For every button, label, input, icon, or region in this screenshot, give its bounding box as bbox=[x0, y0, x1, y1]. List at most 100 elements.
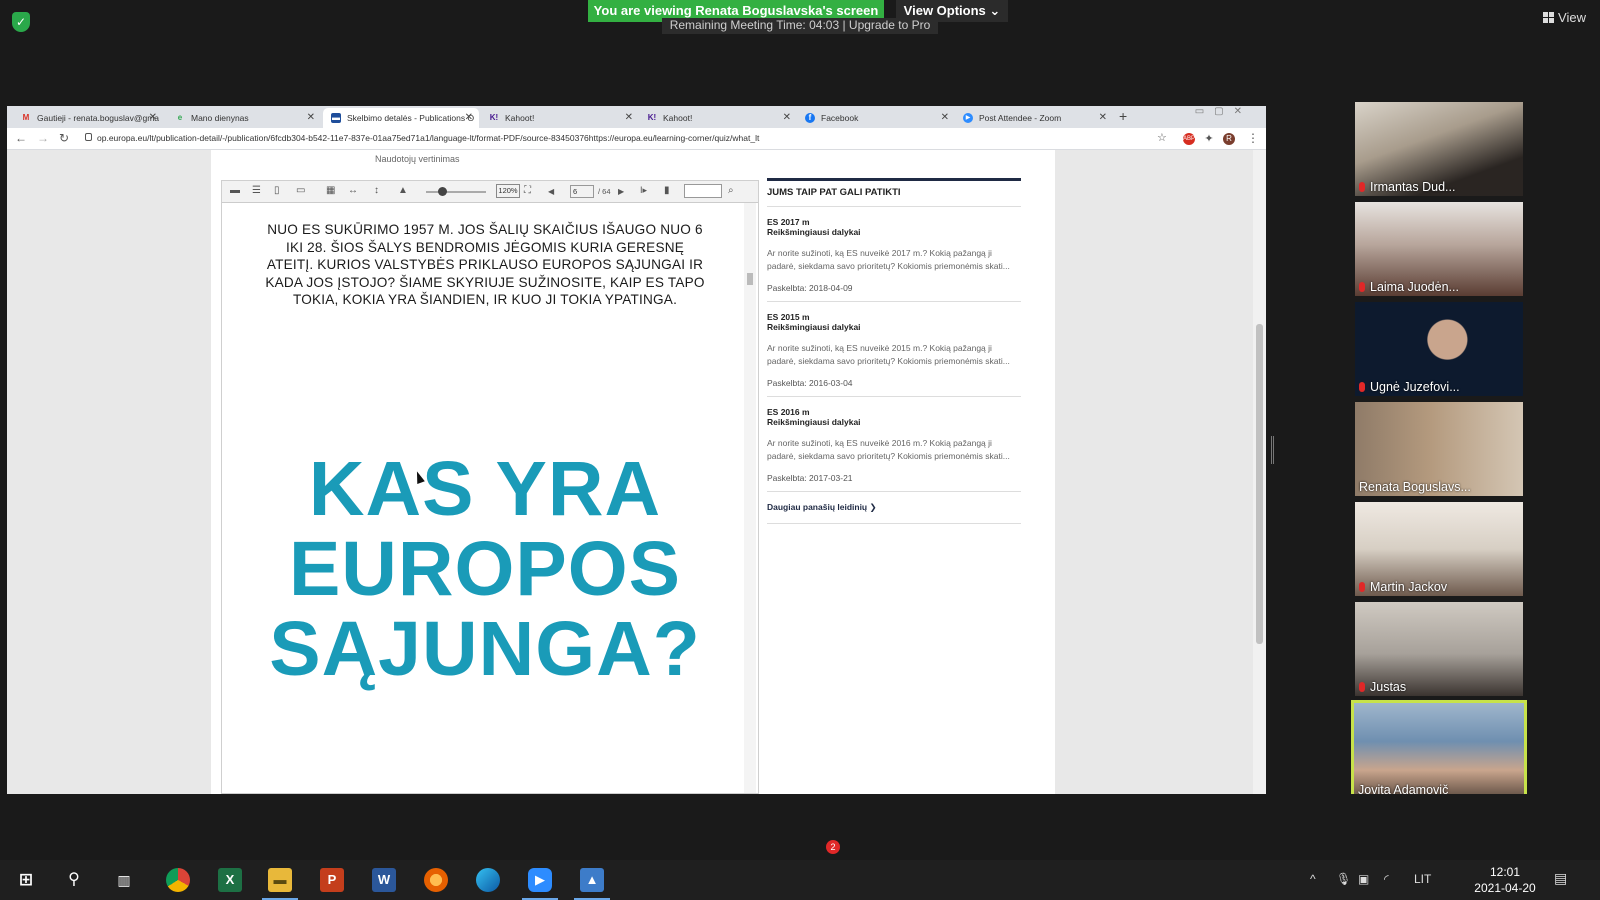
powerpoint-icon[interactable]: P bbox=[320, 868, 344, 892]
more-publications-link[interactable]: Daugiau panašių leidinių ❯ bbox=[767, 492, 1021, 524]
clock-time: 12:01 bbox=[1489, 865, 1521, 879]
prev-page-icon[interactable]: ◀ bbox=[548, 187, 554, 196]
list-icon[interactable]: ☰ bbox=[252, 185, 261, 196]
participant-name-label: Irmantas Dud... bbox=[1370, 180, 1456, 194]
new-tab-button[interactable]: + bbox=[1119, 108, 1127, 124]
related-item[interactable]: ES 2017 m Reikšmingiausi dalykai Ar nori… bbox=[767, 207, 1021, 302]
single-page-icon[interactable]: ▯ bbox=[274, 185, 280, 196]
print-icon[interactable]: ▬ bbox=[230, 185, 240, 196]
lock-icon[interactable] bbox=[85, 133, 92, 141]
reload-icon[interactable]: ↻ bbox=[59, 131, 69, 145]
related-item-year[interactable]: ES 2015 m bbox=[767, 312, 1021, 322]
system-clock[interactable]: 12:01 2021-04-20 bbox=[1474, 864, 1536, 896]
browser-tab[interactable]: K! Kahoot! ✕ bbox=[639, 108, 797, 128]
more-publications-label: Daugiau panašių leidinių bbox=[767, 502, 868, 512]
input-language[interactable]: LIT bbox=[1414, 872, 1431, 886]
network-icon[interactable]: ◜ bbox=[1384, 872, 1389, 886]
zoom-icon: ▶ bbox=[963, 113, 973, 123]
star-icon[interactable]: ☆ bbox=[1157, 131, 1167, 144]
window-controls[interactable]: ▭▢✕ bbox=[1195, 106, 1252, 117]
photos-icon[interactable]: ▲ bbox=[574, 868, 610, 900]
two-page-icon[interactable]: ▭ bbox=[296, 185, 305, 196]
highlight-icon[interactable]: ▮ bbox=[664, 185, 670, 196]
close-icon[interactable]: ✕ bbox=[307, 112, 315, 123]
participant-name-label: Ugnė Juzefovi... bbox=[1370, 380, 1460, 394]
muted-mic-icon bbox=[1359, 182, 1365, 192]
url-field[interactable]: op.europa.eu/lt/publication-detail/-/pub… bbox=[97, 133, 759, 143]
view-button[interactable]: View bbox=[1543, 10, 1586, 25]
chapter-title-line: EUROPOS bbox=[288, 526, 682, 612]
encryption-shield-icon[interactable]: ✓ bbox=[12, 12, 30, 32]
fullscreen-icon[interactable]: ⛶ bbox=[524, 185, 531, 196]
page-total: / 64 bbox=[598, 187, 611, 196]
fit-width-icon[interactable]: ↔ bbox=[348, 185, 358, 196]
close-icon[interactable]: ✕ bbox=[941, 112, 949, 123]
close-icon[interactable]: ✕ bbox=[465, 112, 473, 123]
close-icon[interactable]: ✕ bbox=[1099, 112, 1107, 123]
edge-icon[interactable] bbox=[476, 868, 500, 892]
pdf-scrollbar[interactable] bbox=[744, 203, 756, 793]
task-view-icon[interactable]: ▥ bbox=[112, 868, 136, 892]
fit-height-icon[interactable]: ↕ bbox=[374, 185, 379, 196]
tray-overflow-chevron-icon[interactable]: ^ bbox=[1310, 872, 1316, 886]
zoom-app-icon[interactable]: ▶ bbox=[522, 868, 558, 900]
page-number-input[interactable]: 6 bbox=[570, 185, 594, 198]
forward-icon[interactable]: → bbox=[37, 131, 49, 145]
related-item-year[interactable]: ES 2016 m bbox=[767, 407, 1021, 417]
thumbnails-icon[interactable]: ▦ bbox=[326, 185, 335, 196]
page-scrollbar[interactable] bbox=[1253, 150, 1266, 794]
participant-tile[interactable]: Laima Juodėn... bbox=[1355, 202, 1523, 296]
participant-tile[interactable]: Martin Jackov bbox=[1355, 502, 1523, 596]
browser-tab[interactable]: f Facebook ✕ bbox=[797, 108, 955, 128]
search-icon[interactable]: ⌕ bbox=[728, 185, 734, 196]
text-select-icon[interactable]: I▸ bbox=[640, 185, 647, 196]
excel-icon[interactable]: X bbox=[218, 868, 242, 892]
next-page-icon[interactable]: ▶ bbox=[618, 187, 624, 196]
word-icon[interactable]: W bbox=[372, 868, 396, 892]
browser-tab[interactable]: M Gautieji - renata.boguslav@gma ✕ bbox=[13, 108, 163, 128]
file-explorer-icon[interactable]: ▬ bbox=[262, 868, 298, 900]
related-item-subtitle[interactable]: Reikšmingiausi dalykai bbox=[767, 322, 1021, 332]
browser-tab[interactable]: K! Kahoot! ✕ bbox=[481, 108, 639, 128]
extensions-puzzle-icon[interactable]: ✦ bbox=[1203, 133, 1215, 145]
chrome-icon[interactable] bbox=[166, 868, 190, 892]
profile-avatar[interactable]: R bbox=[1223, 133, 1235, 145]
pdf-toolbar: ▬ ☰ ▯ ▭ ▦ ↔ ↕ ▲ 120% ⛶ ◀ 6 / 64 ▶ I▸ ▮ ⌕ bbox=[222, 181, 758, 203]
adblock-extension-icon[interactable]: ABP bbox=[1183, 133, 1195, 145]
microphone-icon[interactable]: 🎙 bbox=[1336, 872, 1351, 886]
participant-tile[interactable]: Renata Boguslavs... bbox=[1355, 402, 1523, 496]
display-icon[interactable]: ▣ bbox=[1358, 872, 1369, 886]
notifications-icon[interactable]: ▤ bbox=[1554, 870, 1567, 887]
tab-label: Kahoot! bbox=[505, 113, 535, 123]
participant-tile[interactable]: Justas bbox=[1355, 602, 1523, 696]
page-scrollbar-thumb[interactable] bbox=[1256, 324, 1263, 644]
related-item[interactable]: ES 2015 m Reikšmingiausi dalykai Ar nori… bbox=[767, 302, 1021, 397]
participant-tile-active-speaker[interactable]: Jovita Adamovič bbox=[1351, 700, 1527, 802]
tab-label: Facebook bbox=[821, 113, 859, 123]
pdf-scrollbar-thumb[interactable] bbox=[747, 273, 753, 285]
menu-kebab-icon[interactable]: ⋮ bbox=[1247, 131, 1259, 145]
participant-tile[interactable]: Ugnė Juzefovi... bbox=[1355, 302, 1523, 396]
related-item-subtitle[interactable]: Reikšmingiausi dalykai bbox=[767, 417, 1021, 427]
firefox-icon[interactable] bbox=[424, 868, 448, 892]
back-icon[interactable]: ← bbox=[15, 131, 27, 145]
browser-tab[interactable]: ▶ Post Attendee - Zoom ✕ bbox=[955, 108, 1113, 128]
zoom-level[interactable]: 120% bbox=[496, 184, 520, 198]
panel-resize-handle[interactable] bbox=[1271, 436, 1274, 464]
close-icon[interactable]: ✕ bbox=[149, 112, 157, 123]
windows-start-icon[interactable]: ⊞ bbox=[14, 868, 38, 892]
pdf-search-input[interactable] bbox=[684, 184, 722, 198]
related-item-description: Ar norite sužinoti, ką ES nuveikė 2015 m… bbox=[767, 343, 1010, 366]
related-item-year[interactable]: ES 2017 m bbox=[767, 217, 1021, 227]
participant-tile[interactable]: Irmantas Dud... bbox=[1355, 102, 1523, 196]
related-item[interactable]: ES 2016 m Reikšmingiausi dalykai Ar nori… bbox=[767, 397, 1021, 492]
close-icon[interactable]: ✕ bbox=[783, 112, 791, 123]
browser-tab-active[interactable]: ▬ Skelbimo detalės - Publications O ✕ bbox=[323, 108, 479, 128]
zoom-slider-knob[interactable] bbox=[438, 187, 447, 196]
browser-tab[interactable]: e Mano dienynas ✕ bbox=[167, 108, 321, 128]
close-icon[interactable]: ✕ bbox=[625, 112, 633, 123]
pan-tool-icon[interactable]: ▲ bbox=[398, 185, 408, 196]
search-icon[interactable]: ⚲ bbox=[62, 868, 86, 892]
related-item-subtitle[interactable]: Reikšmingiausi dalykai bbox=[767, 227, 1021, 237]
zoom-slider[interactable] bbox=[426, 191, 486, 193]
